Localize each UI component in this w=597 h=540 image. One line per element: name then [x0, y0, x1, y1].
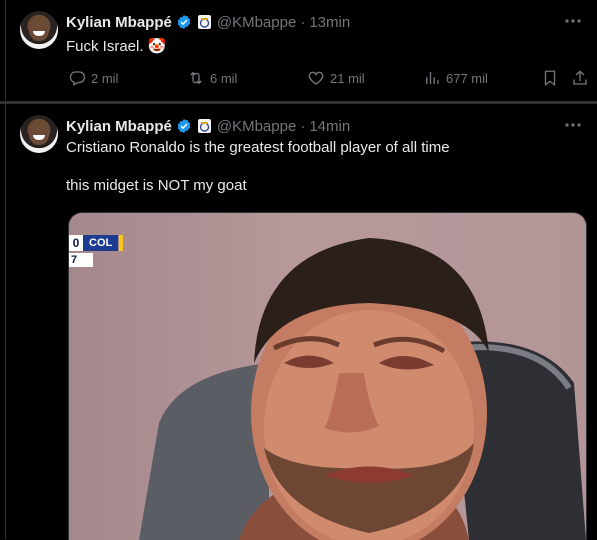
views-button[interactable]: 677 mil — [423, 67, 488, 89]
tweet-text: Fuck Israel. 🤡 — [66, 38, 167, 55]
reply-count: 2 mil — [91, 70, 119, 86]
timestamp[interactable]: 14min — [309, 118, 350, 135]
separator-dot: · — [300, 117, 306, 135]
avatar[interactable] — [20, 115, 58, 153]
more-icon[interactable] — [563, 116, 583, 134]
tweet[interactable]: Kylian Mbappé @KMbappe · 14min Cristiano… — [6, 104, 597, 540]
action-bar: 2 mil 6 mil 21 mil 677 mil — [66, 67, 591, 89]
tweet-header: Kylian Mbappé @KMbappe · 14min — [66, 116, 350, 136]
tweet-media-image[interactable]: 0 COL 7 — [68, 212, 587, 540]
scoreboard-team: COL — [83, 235, 119, 251]
author-handle[interactable]: @KMbappe — [217, 14, 296, 31]
share-button[interactable] — [571, 67, 589, 89]
reply-button[interactable]: 2 mil — [68, 67, 118, 89]
like-icon — [308, 71, 324, 85]
tweet-text-line: this midget is NOT my goat — [66, 177, 247, 194]
scoreboard-minute: 7 — [69, 253, 93, 267]
author-name[interactable]: Kylian Mbappé — [66, 14, 172, 31]
scoreboard: 0 COL — [69, 234, 124, 252]
tweet-header: Kylian Mbappé @KMbappe · 13min — [66, 12, 350, 32]
real-madrid-crest-icon — [197, 119, 211, 133]
separator-dot: · — [300, 13, 306, 31]
tweet[interactable]: Kylian Mbappé @KMbappe · 13min Fuck Isra… — [6, 0, 597, 101]
author-handle[interactable]: @KMbappe — [217, 118, 296, 135]
share-icon — [573, 70, 587, 85]
views-icon — [426, 72, 439, 84]
like-count: 21 mil — [330, 70, 365, 86]
scoreboard-score: 0 — [69, 235, 83, 251]
author-name[interactable]: Kylian Mbappé — [66, 118, 172, 135]
like-button[interactable]: 21 mil — [307, 67, 365, 89]
crying-player-photo — [139, 238, 586, 540]
real-madrid-crest-icon — [197, 15, 211, 29]
scoreboard-card-indicator — [119, 235, 124, 251]
bookmark-icon — [544, 70, 556, 87]
avatar[interactable] — [20, 11, 58, 49]
repost-icon — [190, 71, 202, 85]
more-icon[interactable] — [563, 12, 583, 30]
verified-badge-icon — [177, 15, 191, 29]
timestamp[interactable]: 13min — [309, 14, 350, 31]
tweet-text-line: Cristiano Ronaldo is the greatest footba… — [66, 139, 450, 156]
views-count: 677 mil — [446, 70, 488, 86]
repost-count: 6 mil — [210, 70, 238, 86]
bookmark-button[interactable] — [541, 67, 559, 89]
reply-icon — [69, 71, 86, 86]
repost-button[interactable]: 6 mil — [187, 67, 237, 89]
verified-badge-icon — [177, 119, 191, 133]
